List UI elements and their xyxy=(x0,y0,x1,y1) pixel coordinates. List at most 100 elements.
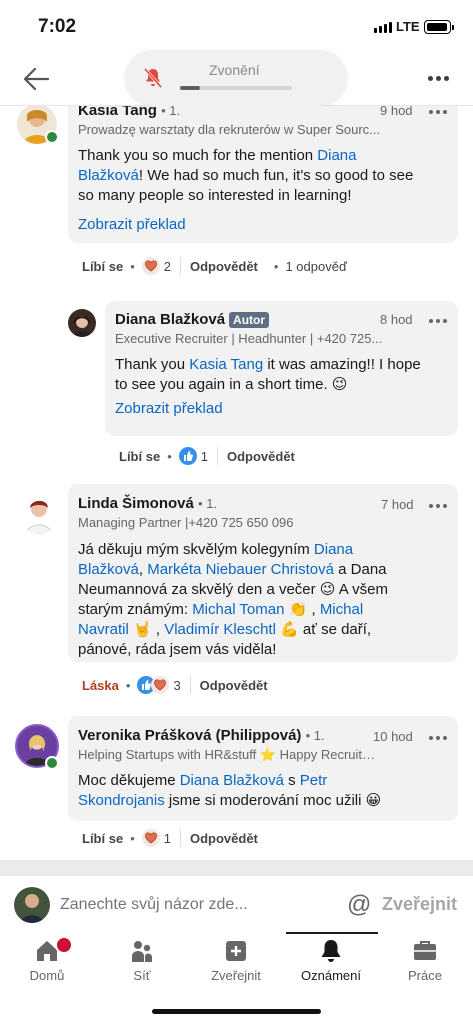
comment-bubble: Linda Šimonová • 1. Managing Partner |+4… xyxy=(68,484,458,662)
call-title: Zvonění xyxy=(209,62,260,78)
tab-post[interactable]: Zveřejnit xyxy=(189,932,283,992)
home-indicator xyxy=(152,1009,321,1014)
plus-square-icon xyxy=(226,941,246,961)
heart-reaction-icon xyxy=(141,829,160,847)
like-button[interactable]: Líbí se xyxy=(119,449,160,464)
comment-actions: Líbí se • 1 Odpovědět xyxy=(82,829,258,847)
reply-button[interactable]: Odpovědět xyxy=(190,831,258,846)
notification-badge xyxy=(55,936,73,954)
comment-bubble: Veronika Prášková (Philippová) • 1. Help… xyxy=(68,716,458,821)
network-type: LTE xyxy=(396,19,420,34)
section-divider xyxy=(0,860,473,876)
comment-text-segment: Moc děkujeme xyxy=(78,772,180,789)
comment-more-icon[interactable] xyxy=(429,736,447,740)
mention-link[interactable]: Markéta Niebauer Christová xyxy=(147,561,334,578)
tab-notifications[interactable]: Oznámení xyxy=(284,932,378,992)
mention-link[interactable]: Diana Blažková xyxy=(180,772,284,789)
status-bar: 7:02 LTE xyxy=(0,0,473,52)
like-button[interactable]: Líbí se xyxy=(82,259,123,274)
author-headline: Helping Startups with HR&stuff ⭐ Happy R… xyxy=(78,747,378,762)
comment-text-segment: 👏 , xyxy=(284,601,320,618)
comment-time: 9 hod xyxy=(380,106,413,118)
tab-network[interactable]: Síť xyxy=(95,932,189,992)
reply-bubble: Diana Blažková Autor Executive Recruiter … xyxy=(105,301,458,436)
comment-text: Thank you so much for the mention Diana … xyxy=(78,146,423,206)
comment-text-segment: s xyxy=(283,772,300,789)
comment-text-segment: , xyxy=(138,561,148,578)
love-button[interactable]: Láska xyxy=(82,678,119,693)
replies-count[interactable]: 1 odpověď xyxy=(285,259,346,274)
call-progress xyxy=(180,86,292,90)
comment-more-icon[interactable] xyxy=(429,504,447,508)
call-banner[interactable]: Zvonění xyxy=(125,50,347,106)
reply-button[interactable]: Odpovědět xyxy=(200,678,268,693)
signal-icon xyxy=(374,22,392,33)
comment-time: 10 hod xyxy=(373,729,413,744)
author-headline: Managing Partner |+420 725 650 096 xyxy=(78,515,294,530)
network-icon xyxy=(132,941,152,962)
comment-composer: @ Zveřejnit xyxy=(0,876,473,932)
like-button[interactable]: Líbí se xyxy=(82,831,123,846)
comment-author[interactable]: Diana Blažková Autor xyxy=(115,311,270,328)
reply-button[interactable]: Odpovědět xyxy=(190,259,258,274)
online-status-icon xyxy=(45,756,59,770)
author-headline: Prowadzę warsztaty dla rekruterów w Supe… xyxy=(78,122,381,137)
like-reaction-icon xyxy=(178,447,197,465)
comments-feed[interactable]: Kasia Tang • 1. Prowadzę warsztaty dla r… xyxy=(0,106,473,860)
user-avatar[interactable] xyxy=(14,887,50,923)
online-status-icon xyxy=(45,130,59,144)
avatar[interactable] xyxy=(18,492,60,534)
comment-text-segment: jsme si moderování moc užili 😀 xyxy=(164,792,382,809)
tab-label: Oznámení xyxy=(301,968,361,983)
author-headline: Executive Recruiter | Headhunter | +420 … xyxy=(115,331,383,346)
comment-text-segment: Já děkuju mým skvělým kolegyním xyxy=(78,541,314,558)
battery-icon xyxy=(424,20,454,34)
comment-text-segment: Thank you so much for the mention xyxy=(78,147,318,164)
comment-more-icon[interactable] xyxy=(429,110,447,114)
mention-link[interactable]: Michal Toman xyxy=(192,601,284,618)
mention-link[interactable]: Vladimír Kleschtl xyxy=(164,621,276,638)
comment-author[interactable]: Veronika Prášková (Philippová) • 1. xyxy=(78,727,325,744)
reaction-count[interactable]: 3 xyxy=(173,678,180,693)
reply-button[interactable]: Odpovědět xyxy=(227,449,295,464)
bell-icon xyxy=(321,940,341,962)
clock: 7:02 xyxy=(38,16,77,37)
comment-actions: Líbí se • 2 Odpovědět • 1 odpověď xyxy=(82,257,347,275)
comment-text: Thank you Kasia Tang it was amazing!! I … xyxy=(115,355,430,395)
comment-author[interactable]: Linda Šimonová • 1. xyxy=(78,495,217,512)
comment-text-segment: Thank you xyxy=(115,356,190,373)
author-badge: Autor xyxy=(229,312,270,328)
reaction-count[interactable]: 2 xyxy=(164,259,171,274)
comment-actions: Láska • 3 Odpovědět xyxy=(82,676,268,694)
comment-text-segment: 🤘 , xyxy=(128,621,165,638)
comment-input[interactable] xyxy=(60,896,330,914)
publish-button[interactable]: Zveřejnit xyxy=(382,894,457,915)
comment-text: Já děkuju mým skvělým kolegyním Diana Bl… xyxy=(78,540,418,660)
tab-label: Síť xyxy=(133,968,151,983)
mention-button[interactable]: @ xyxy=(347,891,371,919)
tab-home[interactable]: Domů xyxy=(0,932,94,992)
comment-text: Moc děkujeme Diana Blažková s Petr Skond… xyxy=(78,771,418,811)
tab-jobs[interactable]: Práce xyxy=(378,932,472,992)
more-options-icon[interactable] xyxy=(428,76,449,81)
avatar[interactable] xyxy=(68,309,96,337)
tab-label: Zveřejnit xyxy=(211,968,261,983)
tab-label: Práce xyxy=(408,968,442,983)
translate-link[interactable]: Zobrazit překlad xyxy=(78,216,186,233)
comment-time: 7 hod xyxy=(381,497,414,512)
reaction-count[interactable]: 1 xyxy=(164,831,171,846)
translate-link[interactable]: Zobrazit překlad xyxy=(115,400,223,417)
briefcase-icon xyxy=(414,941,436,960)
comment-time: 8 hod xyxy=(380,312,413,327)
reaction-count[interactable]: 1 xyxy=(201,449,208,464)
comment-bubble: Kasia Tang • 1. Prowadzę warsztaty dla r… xyxy=(68,106,458,243)
comment-actions: Líbí se • 1 Odpovědět xyxy=(119,447,295,465)
heart-reaction-icon xyxy=(141,257,160,275)
comment-author[interactable]: Kasia Tang • 1. xyxy=(78,106,180,119)
muted-bell-icon xyxy=(143,68,163,88)
mention-link[interactable]: Kasia Tang xyxy=(189,356,263,373)
back-arrow-icon[interactable] xyxy=(22,66,50,92)
heart-reaction-icon xyxy=(151,676,170,694)
comment-more-icon[interactable] xyxy=(429,319,447,323)
tab-label: Domů xyxy=(29,968,65,983)
